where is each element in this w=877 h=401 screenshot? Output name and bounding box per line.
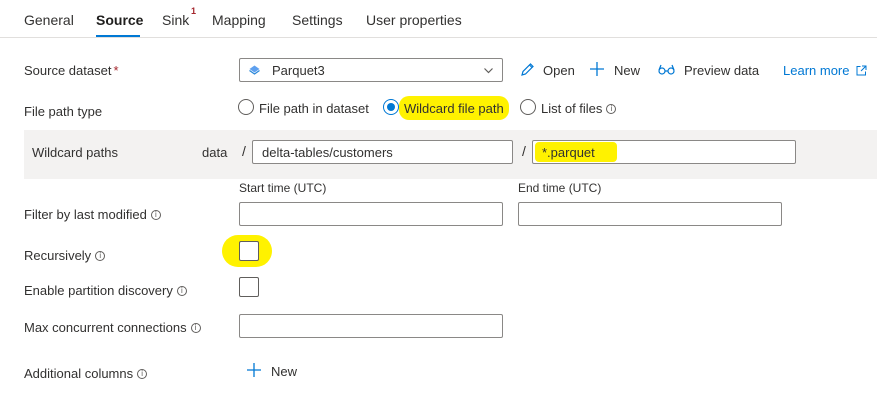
filter-last-modified-label: Filter by last modified i bbox=[24, 207, 161, 222]
file-path-in-dataset-label: File path in dataset bbox=[259, 101, 369, 116]
sink-error-badge: 1 bbox=[191, 6, 197, 16]
open-label: Open bbox=[543, 63, 575, 78]
active-tab-indicator bbox=[96, 35, 140, 37]
info-icon[interactable]: i bbox=[176, 286, 187, 296]
wildcard-paths-label: Wildcard paths bbox=[32, 145, 118, 160]
recursively-label: Recursively i bbox=[24, 248, 106, 263]
wildcard-folder-path-input[interactable]: delta-tables/customers bbox=[252, 140, 513, 164]
wildcard-file-name-input[interactable]: *.parquet bbox=[532, 140, 796, 164]
info-icon[interactable]: i bbox=[606, 104, 617, 114]
plus-icon bbox=[247, 363, 261, 377]
external-link-icon bbox=[856, 65, 867, 76]
tab-sink[interactable]: Sink bbox=[162, 12, 189, 28]
partition-discovery-label: Enable partition discovery i bbox=[24, 283, 187, 298]
preview-data-label: Preview data bbox=[684, 63, 760, 78]
max-concurrent-connections-label: Max concurrent connections i bbox=[24, 320, 201, 335]
info-icon[interactable]: i bbox=[137, 369, 148, 379]
tab-bar: General Source Sink 1 Mapping Settings U… bbox=[0, 0, 877, 38]
source-dataset-select[interactable]: Parquet3 bbox=[239, 58, 503, 82]
end-time-input[interactable] bbox=[518, 202, 782, 226]
pencil-icon bbox=[521, 63, 534, 76]
radio-file-path-in-dataset[interactable] bbox=[238, 99, 254, 115]
info-icon[interactable]: i bbox=[95, 251, 106, 261]
plus-icon bbox=[590, 62, 604, 76]
tab-general[interactable]: General bbox=[24, 12, 74, 28]
add-column-label: New bbox=[271, 364, 298, 379]
tab-source[interactable]: Source bbox=[96, 12, 143, 28]
wildcard-file-name-value: *.parquet bbox=[542, 145, 595, 160]
chevron-down-icon bbox=[484, 68, 493, 74]
path-separator: / bbox=[242, 143, 246, 159]
info-icon[interactable]: i bbox=[150, 210, 161, 220]
start-time-input[interactable] bbox=[239, 202, 503, 226]
path-separator: / bbox=[522, 143, 526, 159]
parquet-dataset-icon bbox=[249, 65, 260, 75]
learn-more-link[interactable]: Learn more bbox=[783, 63, 867, 78]
recursively-checkbox[interactable] bbox=[239, 241, 259, 261]
preview-data-button[interactable]: Preview data bbox=[657, 61, 761, 79]
radio-list-of-files[interactable] bbox=[520, 99, 536, 115]
info-icon[interactable]: i bbox=[190, 323, 201, 333]
list-of-files-label: List of files i bbox=[541, 101, 617, 116]
end-time-label: End time (UTC) bbox=[518, 181, 602, 195]
learn-more-label: Learn more bbox=[783, 63, 850, 78]
max-concurrent-connections-input[interactable] bbox=[239, 314, 503, 338]
glasses-icon bbox=[658, 64, 675, 75]
additional-columns-label: Additional columns i bbox=[24, 366, 148, 381]
tab-settings[interactable]: Settings bbox=[292, 12, 343, 28]
radio-wildcard-file-path[interactable] bbox=[383, 99, 399, 115]
file-path-type-label: File path type bbox=[24, 104, 103, 119]
partition-discovery-checkbox[interactable] bbox=[239, 277, 259, 297]
new-label: New bbox=[614, 63, 641, 78]
start-time-label: Start time (UTC) bbox=[239, 181, 327, 195]
new-dataset-button[interactable]: New bbox=[589, 61, 644, 79]
source-dataset-label: Source dataset * bbox=[24, 63, 119, 78]
container-name-text: data bbox=[202, 145, 228, 160]
tab-user-properties[interactable]: User properties bbox=[366, 12, 462, 28]
wildcard-file-path-label: Wildcard file path bbox=[404, 101, 504, 116]
add-column-button[interactable]: New bbox=[246, 362, 302, 380]
tab-mapping[interactable]: Mapping bbox=[212, 12, 266, 28]
open-button[interactable]: Open bbox=[519, 61, 577, 79]
source-dataset-value: Parquet3 bbox=[272, 63, 325, 78]
